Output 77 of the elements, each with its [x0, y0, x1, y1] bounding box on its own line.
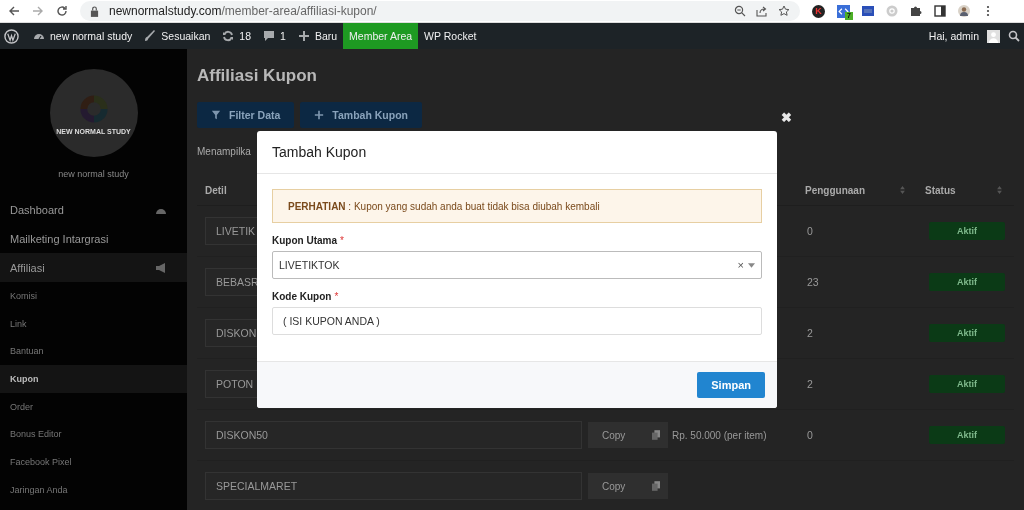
share-icon[interactable] [756, 5, 768, 17]
search-icon[interactable] [1008, 30, 1020, 42]
admin-bar-item[interactable]: 1 [257, 23, 292, 49]
megaphone-icon [155, 261, 167, 274]
sidebar-subitem[interactable]: Order [10, 401, 33, 412]
usage-cell: 2 [807, 378, 813, 390]
save-button[interactable]: Simpan [697, 372, 765, 398]
field-label: Kupon Utama [272, 235, 337, 246]
sidebar-subitem[interactable]: Link [10, 318, 27, 329]
status-badge: Aktif [929, 273, 1005, 291]
sidebar-item[interactable]: Mailketing Intargrasi [10, 232, 109, 245]
sidebar-subitem[interactable]: Bantuan [10, 346, 44, 357]
add-button[interactable]: Tambah Kupon [300, 102, 422, 128]
refresh-icon [222, 30, 235, 42]
back-arrow-icon[interactable] [8, 5, 20, 17]
zoom-out-icon[interactable] [734, 5, 746, 17]
info-text: Menampilka [197, 146, 251, 157]
copy-icon [652, 430, 660, 440]
warning-alert: PERHATIAN : Kupon yang sudah anda buat tidak bisa diubah kembali [272, 189, 762, 223]
column-header: Detil [205, 184, 227, 196]
star-icon[interactable] [778, 5, 790, 17]
side-panel-icon[interactable] [934, 5, 946, 17]
admin-bar-item[interactable]: Sesuaikan [138, 23, 217, 49]
usage-cell: 23 [807, 276, 819, 288]
extension-icon[interactable]: K [812, 4, 825, 18]
clear-button[interactable]: × [737, 259, 744, 271]
sidebar-item[interactable]: Dashboard [10, 203, 64, 216]
caret-icon [748, 262, 755, 268]
filter-button[interactable]: Filter Data [197, 102, 295, 128]
status-badge: Aktif [929, 222, 1005, 240]
admin-bar-item[interactable]: Baru [291, 23, 344, 49]
url-text: newnormalstudy.com/member-area/affiliasi-kupon/ [109, 4, 377, 18]
brush-icon [144, 30, 157, 42]
admin-bar-item[interactable]: 18 [216, 23, 258, 49]
select-value: LIVETIKTOK [279, 259, 341, 271]
copy-icon [652, 481, 660, 491]
extension-icon[interactable] [862, 5, 874, 17]
user-avatar-icon[interactable] [987, 29, 1000, 43]
admin-bar-item[interactable]: new normal study [27, 23, 139, 49]
status-badge: Aktif [929, 426, 1005, 444]
usage-cell: 0 [807, 429, 813, 441]
admin-bar-item[interactable]: WP Rocket [418, 23, 483, 49]
close-button[interactable]: ✖ [781, 111, 792, 125]
price-cell: Rp. 50.000 (per item) [672, 429, 767, 441]
sidebar-subitem[interactable]: Bonus Editor [10, 429, 62, 440]
reload-icon[interactable] [56, 5, 68, 17]
coupon-code-input[interactable]: ( ISI KUPON ANDA ) [272, 307, 762, 335]
sidebar-subitem[interactable]: Facebook Pixel [10, 456, 72, 467]
coupon-code-cell: SPECIALMARET [205, 472, 582, 500]
status-badge: Aktif [929, 324, 1005, 342]
address-bar[interactable]: newnormalstudy.com/member-area/affiliasi-kupon/ [80, 1, 800, 21]
status-badge: Aktif [929, 375, 1005, 393]
lock-icon [90, 5, 99, 17]
filter-icon [211, 110, 221, 120]
sidebar-item[interactable]: Affiliasi [10, 261, 45, 274]
comment-icon [263, 30, 276, 42]
modal-title: Tambah Kupon [272, 144, 367, 160]
usage-cell: 2 [807, 327, 813, 339]
puzzle-icon[interactable] [910, 5, 922, 17]
plus-icon [314, 110, 325, 120]
page-title: Affiliasi Kupon [197, 66, 318, 86]
column-header: Status [925, 184, 956, 196]
plus-icon [297, 30, 310, 42]
coupon-select[interactable]: LIVETIKTOK × [272, 251, 762, 279]
sidebar-subitem[interactable]: Kupon [10, 373, 39, 384]
copy-button[interactable]: Copy [588, 422, 668, 448]
sidebar-subitem[interactable]: Jaringan Anda [10, 484, 68, 495]
sidebar-subitem[interactable]: Komisi [10, 290, 37, 301]
coupon-code-cell: DISKON50 [205, 421, 582, 449]
column-header: Penggunaan [805, 184, 865, 196]
wordpress-logo-icon[interactable] [4, 28, 19, 44]
site-name: new normal study [58, 169, 129, 179]
copy-button[interactable]: Copy [588, 473, 668, 499]
usage-cell: 0 [807, 225, 813, 237]
required-mark: * [340, 235, 344, 246]
avatar-icon[interactable] [958, 5, 970, 17]
greeting-link[interactable]: Hai, admin [922, 23, 985, 49]
